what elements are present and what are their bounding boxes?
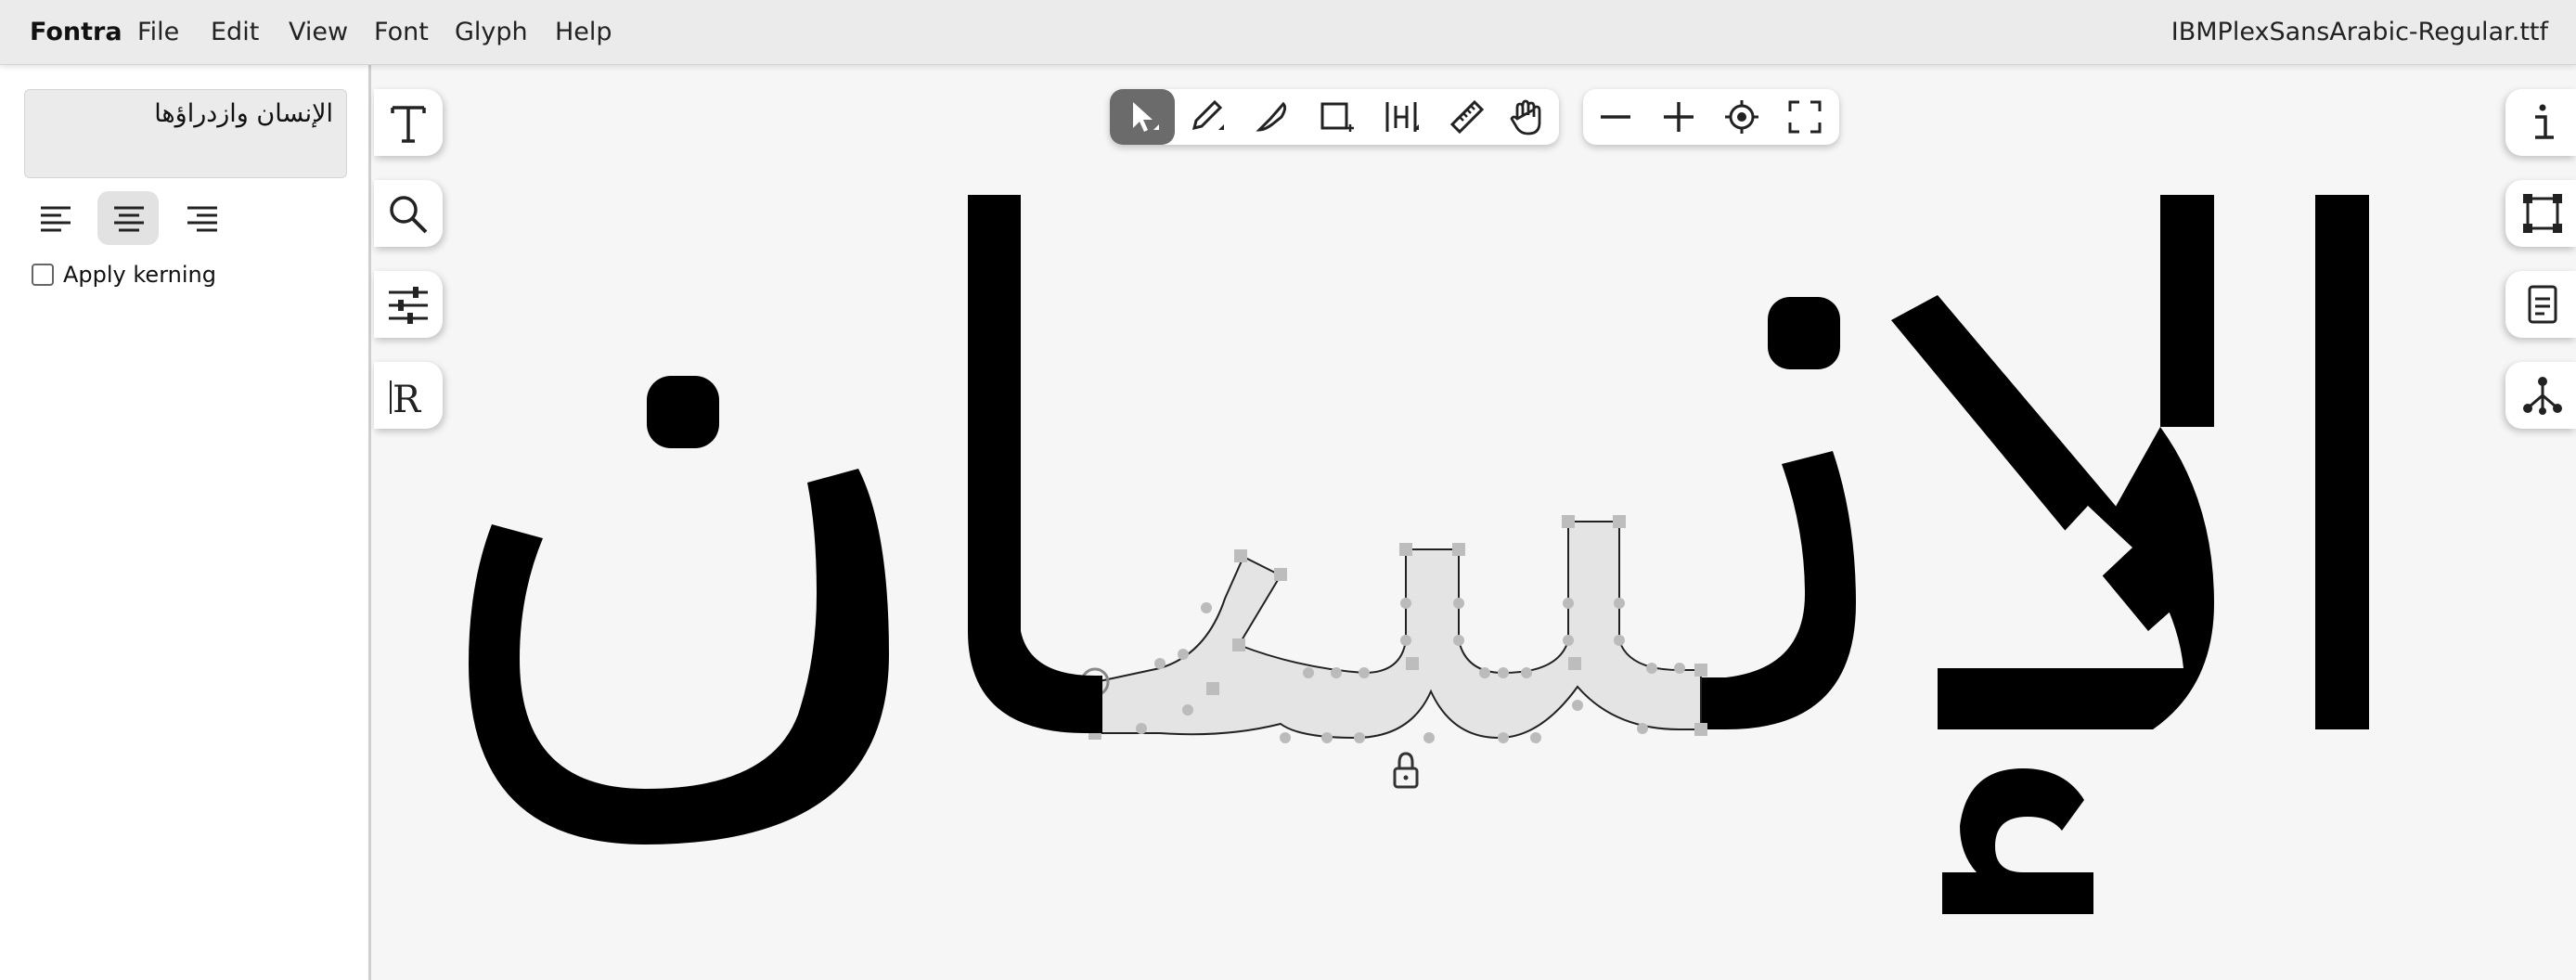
pointer-tool-button[interactable]: [1110, 89, 1175, 145]
hand-tool-button[interactable]: [1494, 89, 1559, 145]
svg-text:R: R: [393, 379, 422, 418]
glyph-canvas[interactable]: [374, 65, 2576, 980]
text-entry-field[interactable]: الإنسان وازدراؤها: [24, 89, 347, 178]
knife-tool-button[interactable]: [1240, 89, 1305, 145]
info-panel-button[interactable]: [2505, 89, 2576, 156]
glyph-lam-alef[interactable]: [1891, 195, 2214, 729]
knife-icon: [1256, 101, 1287, 132]
sliders-icon: [389, 287, 428, 324]
crosshair-icon: [1725, 100, 1758, 134]
fullscreen-icon: [1788, 100, 1822, 134]
hamburger-tool-button[interactable]: [1370, 89, 1435, 145]
zoom-toolbar: [1583, 89, 1839, 145]
reference-font-button[interactable]: R: [374, 362, 443, 429]
zoom-fit-button[interactable]: [1709, 89, 1774, 145]
hamburger-tool-icon: [1385, 102, 1419, 132]
selected-glyph-seen[interactable]: [1080, 515, 1707, 743]
menu-view[interactable]: View: [289, 19, 348, 46]
glyph-hamza[interactable]: [1942, 768, 2093, 914]
glyph-note-icon: [2528, 285, 2557, 324]
reference-font-icon: R: [390, 379, 422, 418]
align-right-button[interactable]: [171, 191, 232, 245]
apply-kerning-label: Apply kerning: [63, 262, 216, 288]
zoom-out-button[interactable]: [1583, 89, 1648, 145]
text-tool-button[interactable]: [374, 89, 443, 156]
related-glyphs-panel-button[interactable]: [2505, 362, 2576, 429]
hand-icon: [1510, 99, 1541, 135]
glyph-drawing: [469, 195, 2369, 914]
font-filename: IBMPlexSansArabic-Regular.ttf: [2170, 18, 2548, 46]
search-icon: [390, 196, 428, 234]
glyph-alef-medial[interactable]: [968, 195, 1102, 733]
search-tool-button[interactable]: [374, 180, 443, 247]
align-left-button[interactable]: [24, 191, 85, 245]
text-entry-sidebar: الإنسان وازدراؤها Apply kerning: [0, 65, 371, 980]
settings-tool-button[interactable]: [374, 271, 443, 338]
align-left-icon: [41, 206, 71, 232]
align-center-icon: [114, 206, 144, 232]
menu-file[interactable]: File: [137, 19, 179, 46]
plus-icon: [1664, 102, 1694, 132]
menu-bar: Fontra File Edit View Font Glyph Help IB…: [0, 0, 2576, 65]
glyph-note-panel-button[interactable]: [2505, 271, 2576, 338]
menu-glyph[interactable]: Glyph: [455, 19, 528, 46]
apply-kerning-checkbox[interactable]: [32, 264, 54, 286]
minus-icon: [1601, 115, 1630, 119]
zoom-in-button[interactable]: [1646, 89, 1711, 145]
menu-font[interactable]: Font: [374, 19, 429, 46]
lock-icon[interactable]: [1393, 752, 1419, 789]
transform-panel-button[interactable]: [2505, 180, 2576, 247]
rectangle-tool-button[interactable]: [1305, 89, 1370, 145]
menu-help[interactable]: Help: [555, 19, 612, 46]
text-tool-icon: [391, 106, 426, 143]
ruler-icon: [1449, 99, 1485, 135]
rectangle-icon: [1320, 102, 1354, 132]
menu-edit[interactable]: Edit: [211, 19, 259, 46]
align-center-button[interactable]: [97, 191, 159, 245]
pointer-icon: [1133, 102, 1159, 132]
related-glyphs-icon: [2523, 377, 2562, 415]
glyph-noon-final[interactable]: [469, 376, 889, 845]
app-brand[interactable]: Fontra: [30, 19, 122, 46]
glyph-noon-medial[interactable]: [1701, 297, 1856, 729]
glyph-alef[interactable]: [2315, 195, 2369, 729]
measure-tool-button[interactable]: [1435, 89, 1500, 145]
align-right-icon: [187, 206, 217, 232]
transform-icon: [2523, 194, 2562, 233]
pen-tool-button[interactable]: [1175, 89, 1240, 145]
info-icon: [2535, 104, 2554, 139]
edit-tools-toolbar: [1110, 89, 1559, 145]
fullscreen-button[interactable]: [1772, 89, 1837, 145]
pen-icon: [1191, 99, 1224, 131]
